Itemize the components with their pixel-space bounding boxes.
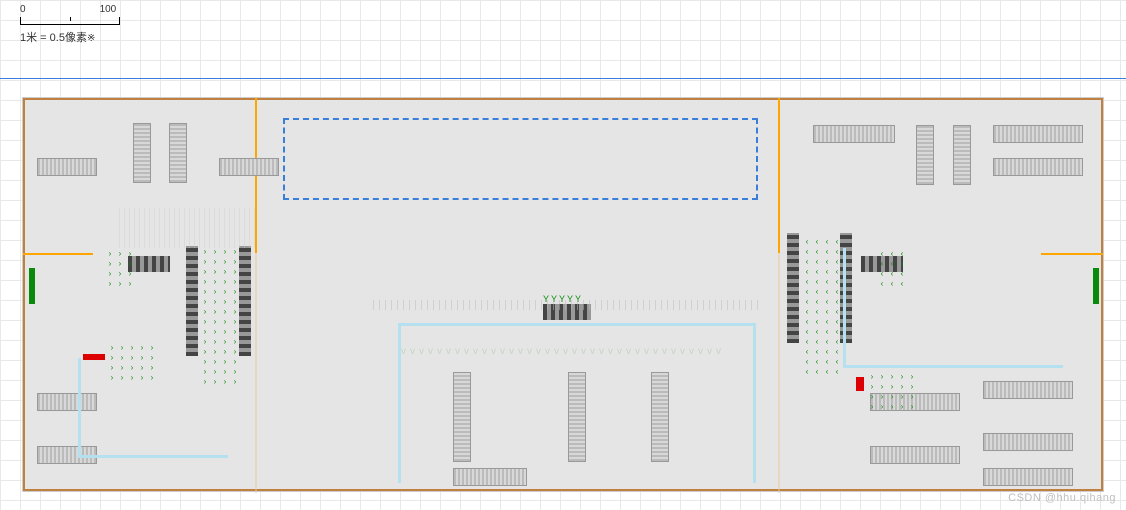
watermark: CSDN @hhu.qihang bbox=[1008, 492, 1116, 504]
track-12[interactable] bbox=[953, 125, 971, 185]
track-13[interactable] bbox=[993, 125, 1083, 143]
scale-bar bbox=[20, 17, 120, 25]
track-0[interactable] bbox=[37, 158, 97, 176]
track-18[interactable] bbox=[983, 433, 1073, 451]
red-right[interactable] bbox=[856, 377, 864, 391]
sensor-cluster-3[interactable]: ‹‹‹‹‹‹‹‹‹‹‹‹‹‹‹‹‹‹‹‹‹‹‹‹‹‹‹‹‹‹‹‹‹‹‹‹‹‹‹‹… bbox=[803, 238, 841, 376]
scale-ruler: 0 100 1米 = 0.5像素※ bbox=[20, 4, 120, 45]
rack-h-0[interactable] bbox=[128, 256, 170, 272]
rack-v-0[interactable] bbox=[186, 246, 198, 356]
track-19[interactable] bbox=[983, 468, 1073, 486]
wall-divider-1-bottom bbox=[255, 253, 257, 493]
scale-start: 0 bbox=[20, 4, 26, 15]
left-door[interactable] bbox=[29, 268, 35, 304]
wall-top bbox=[23, 98, 1103, 100]
sensor-cluster-0[interactable]: ›››››››››››› bbox=[106, 250, 134, 288]
track-2[interactable] bbox=[169, 123, 187, 183]
faint-arrows-row: vvvvvvvvvvvvvvvvvvvvvvvvvvvvvvvvvvvv bbox=[401, 346, 756, 360]
wall-bottom bbox=[23, 489, 1103, 491]
tick-row bbox=[373, 300, 763, 310]
wall-divider-2-bottom bbox=[778, 253, 780, 493]
simulation-canvas[interactable]: ››››››››››››››››››››››››››››››››››››››››… bbox=[22, 97, 1104, 492]
track-10[interactable] bbox=[813, 125, 895, 143]
scale-end: 100 bbox=[100, 4, 117, 15]
track-17[interactable] bbox=[983, 381, 1073, 399]
right-door[interactable] bbox=[1093, 268, 1099, 304]
horizontal-rule-blue bbox=[0, 78, 1126, 79]
wall-right bbox=[1101, 98, 1103, 491]
track-16[interactable] bbox=[870, 446, 960, 464]
path-2 bbox=[843, 248, 1063, 368]
track-11[interactable] bbox=[916, 125, 934, 185]
scale-conversion-text: 1米 = 0.5像素※ bbox=[20, 29, 120, 45]
track-3[interactable] bbox=[219, 158, 279, 176]
wall-left bbox=[23, 98, 25, 491]
faint-ticks-left bbox=[119, 208, 259, 248]
track-14[interactable] bbox=[993, 158, 1083, 176]
track-1[interactable] bbox=[133, 123, 151, 183]
path-0 bbox=[78, 358, 228, 458]
rack-v-1[interactable] bbox=[239, 246, 251, 356]
wall-stub-left bbox=[23, 253, 93, 255]
sensor-cluster-5[interactable]: ›››››››››››››››››››› bbox=[868, 373, 916, 411]
sparkle-icon: ※ bbox=[87, 33, 95, 44]
wall-divider-2-top bbox=[778, 98, 780, 253]
dashed-zone[interactable] bbox=[283, 118, 758, 200]
rack-v-2[interactable] bbox=[787, 233, 799, 343]
